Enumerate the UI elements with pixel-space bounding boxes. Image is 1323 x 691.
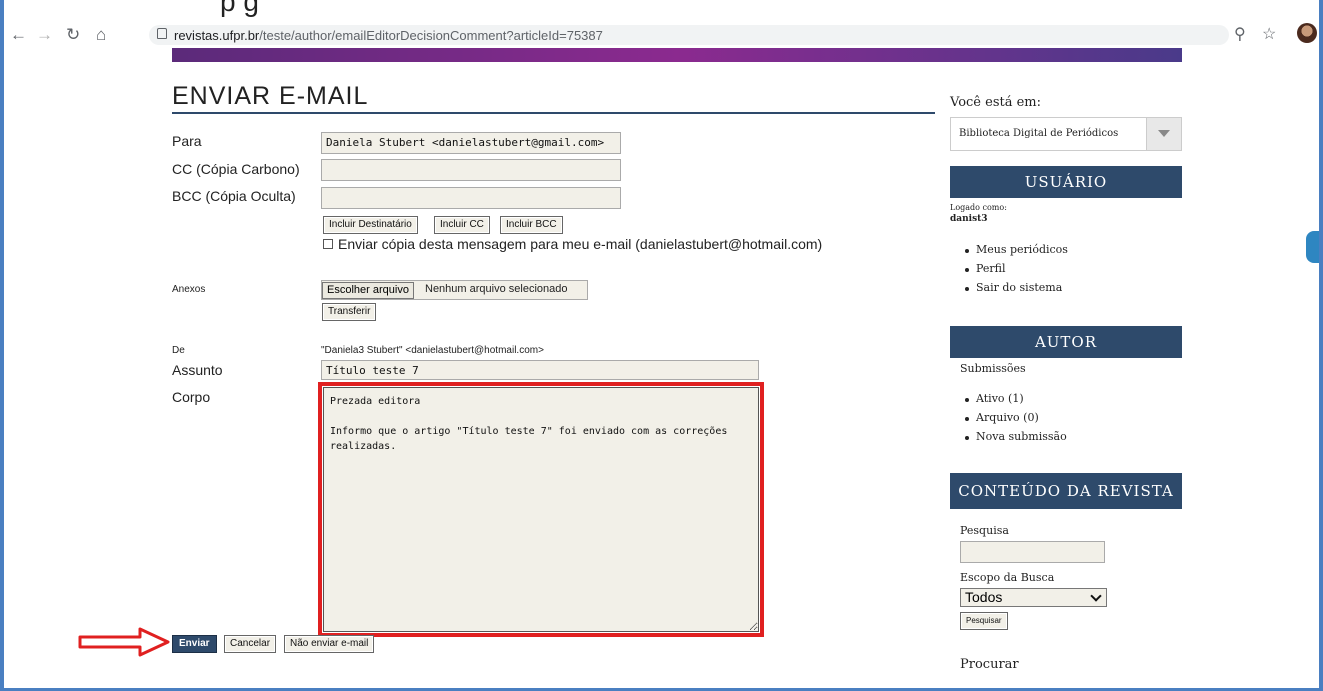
window-frame (0, 0, 1323, 691)
